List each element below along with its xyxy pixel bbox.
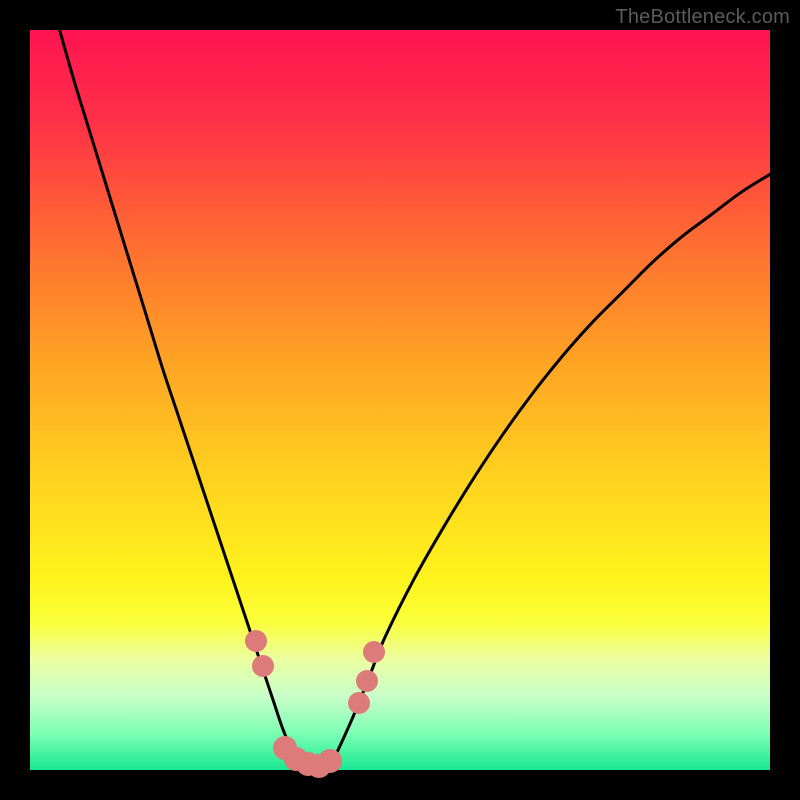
- curve-svg: [30, 30, 770, 770]
- data-marker: [245, 630, 267, 652]
- data-marker: [284, 747, 308, 771]
- data-marker: [252, 655, 274, 677]
- data-marker: [356, 670, 378, 692]
- gradient-background: [30, 30, 770, 770]
- data-marker: [273, 736, 297, 760]
- v-curve-path: [60, 30, 770, 770]
- chart-frame: TheBottleneck.com: [0, 0, 800, 800]
- watermark-text: TheBottleneck.com: [615, 6, 790, 29]
- plot-area: [30, 30, 770, 770]
- data-marker: [318, 749, 342, 773]
- data-marker: [363, 641, 385, 663]
- data-marker: [307, 754, 331, 778]
- data-marker: [348, 692, 370, 714]
- data-marker: [296, 752, 320, 776]
- marker-layer: [30, 30, 770, 770]
